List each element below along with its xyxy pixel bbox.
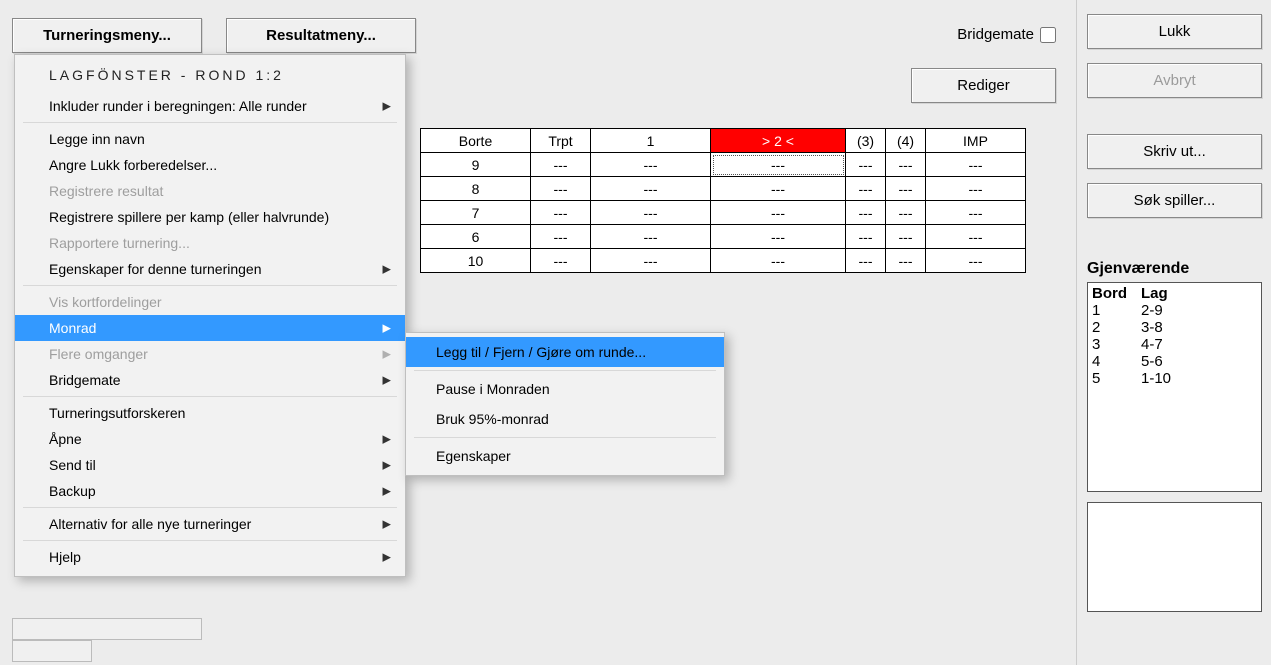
table-row[interactable]: 8------------------ [421,177,1026,201]
bridgemate-checkbox[interactable] [1040,27,1056,43]
edit-button[interactable]: Rediger [911,68,1056,103]
chevron-right-icon: ▶ [383,551,391,564]
remaining-header-bord: Bord [1092,285,1141,302]
menu-item[interactable]: Legge inn navn [15,126,405,152]
submenu-item[interactable]: Bruk 95%-monrad [406,404,724,434]
table-row[interactable]: 7------------------ [421,201,1026,225]
chevron-right-icon: ▶ [383,459,391,472]
bottom-box-2 [12,640,92,662]
chevron-right-icon: ▶ [383,100,391,113]
menu-item[interactable]: Backup▶ [15,478,405,504]
list-item[interactable]: 51-10 [1092,370,1185,387]
menu-item[interactable]: Monrad▶ [15,315,405,341]
menu-item[interactable]: Åpne▶ [15,426,405,452]
menu-title: LAGFÖNSTER - ROND 1:2 [15,59,405,93]
menu-item[interactable]: Angre Lukk forberedelser... [15,152,405,178]
menu-item[interactable]: Egenskaper for denne turneringen▶ [15,256,405,282]
table-row[interactable]: 9 --- --- --- --- --- --- [421,153,1026,177]
menu-item[interactable]: Hjelp▶ [15,544,405,570]
menu-item: Rapportere turnering... [15,230,405,256]
results-table[interactable]: Borte Trpt 1 > 2 < (3) (4) IMP 9 --- ---… [420,128,1026,273]
menu-item[interactable]: Send til▶ [15,452,405,478]
submenu-item[interactable]: Pause i Monraden [406,374,724,404]
list-item[interactable]: 34-7 [1092,336,1185,353]
result-menu-button[interactable]: Resultatmeny... [226,18,416,53]
menu-item[interactable]: Turneringsutforskeren [15,400,405,426]
chevron-right-icon: ▶ [383,433,391,446]
close-button[interactable]: Lukk [1087,14,1262,49]
col-2-active[interactable]: > 2 < [711,129,846,153]
submenu-item[interactable]: Legg til / Fjern / Gjøre om runde... [406,337,724,367]
col-imp[interactable]: IMP [926,129,1026,153]
chevron-right-icon: ▶ [383,518,391,531]
submenu-item[interactable]: Egenskaper [406,441,724,471]
chevron-right-icon: ▶ [383,485,391,498]
col-3[interactable]: (3) [846,129,886,153]
cancel-button: Avbryt [1087,63,1262,98]
chevron-right-icon: ▶ [383,348,391,361]
bottom-toolbar [12,618,332,648]
remaining-title: Gjenværende [1087,260,1261,278]
menu-item[interactable]: Registrere spillere per kamp (eller halv… [15,204,405,230]
chevron-right-icon: ▶ [383,263,391,276]
remaining-header-lag: Lag [1141,285,1185,302]
col-trpt[interactable]: Trpt [531,129,591,153]
list-item[interactable]: 23-8 [1092,319,1185,336]
search-player-button[interactable]: Søk spiller... [1087,183,1262,218]
menu-item: Vis kortfordelinger [15,289,405,315]
menu-item[interactable]: Inkluder runder i beregningen: Alle rund… [15,93,405,119]
chevron-right-icon: ▶ [383,374,391,387]
list-item[interactable]: 45-6 [1092,353,1185,370]
col-4[interactable]: (4) [886,129,926,153]
table-row[interactable]: 6------------------ [421,225,1026,249]
monrad-submenu[interactable]: Legg til / Fjern / Gjøre om runde... Paus… [405,332,725,476]
right-panel: Lukk Avbryt Skriv ut... Søk spiller... G… [1076,0,1271,665]
selected-cell[interactable]: --- [711,153,846,177]
tournament-menu-button[interactable]: Turneringsmeny... [12,18,202,53]
list-item[interactable]: 12-9 [1092,302,1185,319]
tournament-menu-dropdown[interactable]: LAGFÖNSTER - ROND 1:2 Inkluder runder i … [14,54,406,577]
menu-item[interactable]: Alternativ for alle nye turneringer▶ [15,511,405,537]
menu-item[interactable]: Bridgemate▶ [15,367,405,393]
print-button[interactable]: Skriv ut... [1087,134,1262,169]
bottom-box-1 [12,618,202,640]
remaining-list[interactable]: Bord Lag 12-9 23-8 34-7 45-6 51-10 [1087,282,1262,492]
bridgemate-toggle[interactable]: Bridgemate [957,26,1056,43]
table-row[interactable]: 10------------------ [421,249,1026,273]
menu-item: Registrere resultat [15,178,405,204]
menu-item: Flere omganger▶ [15,341,405,367]
secondary-list[interactable] [1087,502,1262,612]
bridgemate-label: Bridgemate [957,26,1034,43]
col-1[interactable]: 1 [591,129,711,153]
chevron-right-icon: ▶ [383,322,391,335]
col-borte[interactable]: Borte [421,129,531,153]
